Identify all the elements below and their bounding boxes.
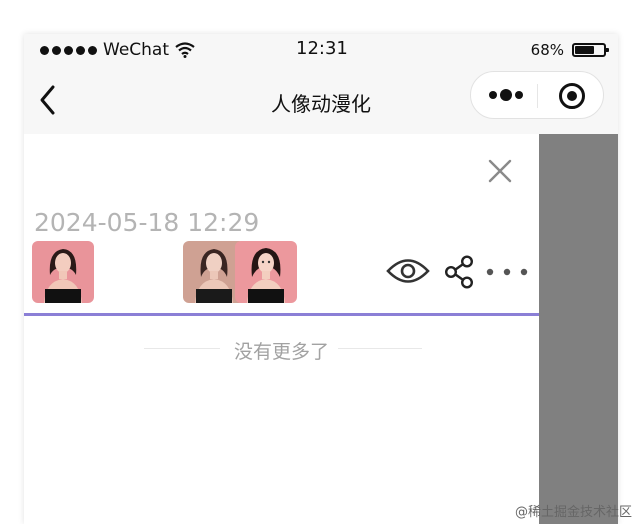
record-divider bbox=[24, 313, 539, 316]
battery-percent: 68% bbox=[530, 41, 564, 59]
battery-area: 68% bbox=[530, 41, 609, 59]
clock: 12:31 bbox=[296, 38, 348, 59]
share-icon[interactable] bbox=[444, 255, 474, 289]
side-overlay-panel bbox=[539, 134, 618, 524]
delete-record-icon[interactable] bbox=[486, 157, 514, 185]
no-more-text: 没有更多了 bbox=[233, 341, 329, 363]
nav-bar: 人像动漫化 bbox=[24, 66, 618, 134]
watermark: @稀土掘金技术社区 bbox=[514, 505, 632, 520]
original-photo-thumbnail[interactable] bbox=[32, 241, 94, 303]
more-options-icon[interactable] bbox=[484, 266, 530, 278]
record-datetime: 2024-05-18 12:29 bbox=[34, 208, 260, 237]
phone-frame: WeChat 12:31 68% 人像动漫化 2024-05-18 12:29 … bbox=[24, 34, 618, 524]
battery-icon bbox=[572, 43, 609, 57]
view-icon[interactable] bbox=[386, 254, 430, 288]
anime-result-thumbnail[interactable] bbox=[235, 241, 297, 303]
miniprogram-capsule bbox=[470, 71, 604, 119]
carrier-area: WeChat bbox=[40, 40, 195, 60]
capsule-more-icon[interactable] bbox=[487, 85, 527, 105]
history-content: 2024-05-18 12:29 没有更多了 bbox=[24, 134, 539, 524]
signal-icon bbox=[40, 45, 97, 55]
wifi-icon bbox=[175, 42, 195, 58]
capsule-close-icon[interactable] bbox=[557, 81, 587, 111]
carrier-name: WeChat bbox=[103, 40, 169, 60]
capsule-divider bbox=[537, 84, 538, 108]
status-bar: WeChat 12:31 68% bbox=[24, 34, 618, 66]
